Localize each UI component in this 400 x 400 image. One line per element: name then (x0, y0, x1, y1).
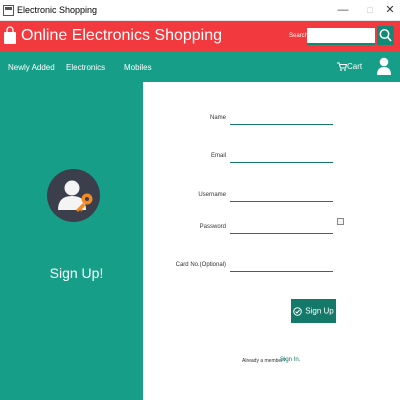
maximize-button[interactable]: □ (362, 3, 378, 17)
password-label: Password (199, 224, 226, 230)
cart-label: Cart (347, 62, 363, 71)
search-icon (379, 29, 392, 42)
nav-item-electronics[interactable]: Electronics (66, 63, 105, 72)
minimize-button[interactable]: — (335, 3, 351, 17)
nav-bar: Newly Added Electronics Mobiles Cart (0, 51, 400, 82)
card-number-label: Card No.(Optional) (175, 262, 226, 268)
name-label: Name (209, 115, 226, 121)
check-circle-icon (293, 306, 303, 316)
window-titlebar: Electronic Shopping — □ ✕ (0, 0, 400, 21)
email-field[interactable] (230, 151, 333, 163)
search-input[interactable] (307, 28, 375, 45)
signup-heading: Sign Up! (49, 265, 104, 281)
close-button[interactable]: ✕ (382, 3, 398, 17)
app-header: Online Electronics Shopping Search (0, 21, 400, 51)
name-field[interactable] (230, 113, 333, 125)
sign-in-link[interactable]: Sign In. (280, 357, 300, 363)
user-icon[interactable] (377, 56, 391, 76)
username-field[interactable] (230, 190, 333, 202)
nav-item-mobiles[interactable]: Mobiles (124, 63, 152, 72)
card-number-field[interactable] (230, 260, 333, 272)
app-window-icon (3, 5, 14, 16)
password-field[interactable] (230, 222, 333, 234)
signup-side-panel: Sign Up! (0, 82, 143, 400)
username-label: Username (198, 192, 226, 198)
nav-item-newly-added[interactable]: Newly Added (8, 63, 55, 72)
user-key-icon (47, 169, 100, 222)
search-label: Search (289, 33, 309, 39)
search-button[interactable] (377, 26, 394, 45)
cart-icon (337, 62, 347, 71)
sign-up-button-label: Sign Up (305, 306, 334, 316)
email-label: Email (210, 153, 226, 159)
window-title: Electronic Shopping (17, 5, 98, 15)
shopping-bag-icon (4, 26, 16, 44)
brand-title: Online Electronics Shopping (21, 27, 223, 44)
show-password-checkbox[interactable] (337, 218, 344, 225)
sign-up-button[interactable]: Sign Up (291, 299, 336, 323)
